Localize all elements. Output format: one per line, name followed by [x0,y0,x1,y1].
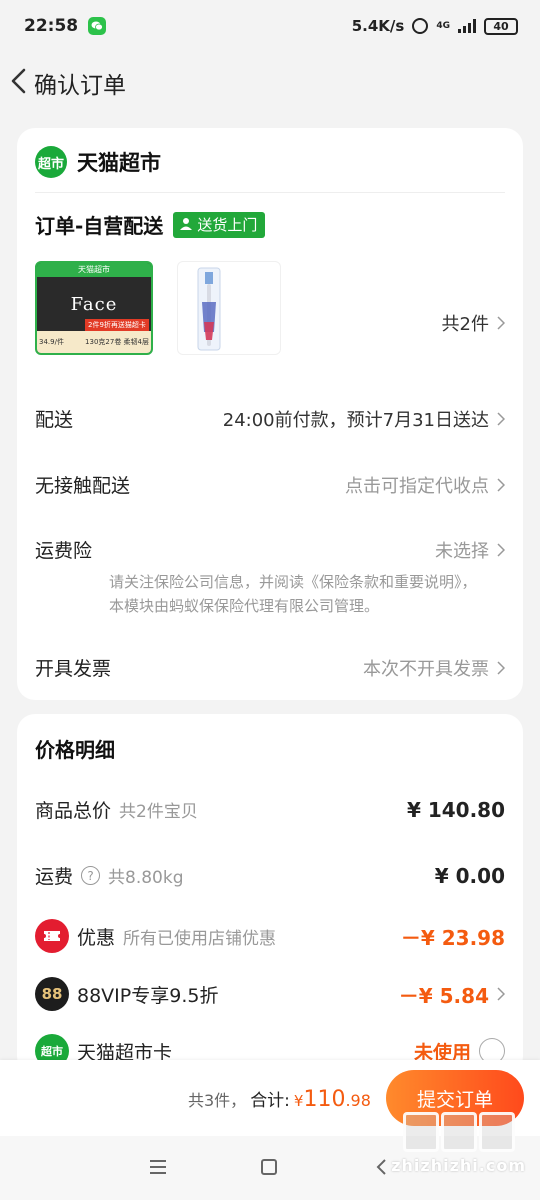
goods-total-row: 商品总价 共2件宝贝 ¥ 140.80 [35,796,505,823]
clock: 22:58 [24,16,79,36]
total-amount: ¥110.98 [294,1087,371,1112]
product-brand-bar: 天猫超市 [37,263,151,277]
item-count-link[interactable]: 共2件 [442,310,505,336]
status-right: 5.4K/s 4G 40 [352,17,518,35]
store-header[interactable]: 超市 天猫超市 [35,146,161,178]
product-spec: 130克27卷 柔韧4层 [85,338,149,346]
wechat-notification-icon [88,17,107,35]
goods-total-sub: 共2件宝贝 [119,802,198,822]
delivery-title: 订单-自营配送 [35,214,164,238]
chevron-right-icon [497,660,505,675]
battery-icon: 40 [484,17,518,35]
store-name: 天猫超市 [77,151,161,175]
watermark-logo [391,1112,526,1152]
insurance-note: 请关注保险公司信息，并阅读《保险条款和重要说明》，本模块由蚂蚁保保险代理有限公司… [109,573,477,615]
insurance-label: 运费险 [35,540,93,562]
network-type: 4G [436,20,450,31]
chevron-right-icon [497,316,505,330]
shipping-value: 24:00前付款，预计7月31日送达 [223,406,505,432]
invoice-status: 本次不开具发票 [363,658,489,680]
total-label: 合计: [250,1091,290,1111]
total-decimal: .98 [345,1091,371,1110]
price-detail-title: 价格明细 [35,738,115,762]
product-thumbnail-tissue[interactable]: 天猫超市 Face 2件9折再送猫超卡 34.9/件 130克27卷 柔韧4层 [35,261,153,355]
watermark: zhizhizhi.com [391,1112,526,1175]
coupon-icon [35,919,69,953]
vip-label: 88VIP专享9.5折 [77,984,219,1007]
divider [35,192,505,193]
product-promo: 2件9折再送猫超卡 [85,319,149,331]
discount-label: 优惠 [77,926,116,949]
signal-icon [458,19,476,33]
question-icon[interactable]: ? [81,866,101,885]
chevron-right-icon [497,411,505,426]
status-bar: 22:58 5.4K/s 4G 40 [0,0,540,52]
menu-icon[interactable] [148,1158,172,1178]
home-icon[interactable] [260,1158,284,1178]
order-total: 共3件， 合计: ¥110.98 [188,1086,371,1112]
vip-88-icon: 88 [35,977,69,1011]
discount-row[interactable]: 优惠 所有已使用店铺优惠 －¥ 23.98 [35,919,505,953]
back-arrow-icon[interactable] [8,67,32,95]
chevron-right-icon [497,987,505,1001]
goods-total-amount: ¥ 140.80 [406,797,505,822]
contactless-value: 点击可指定代收点 [345,472,505,498]
door-delivery-label: 送货上门 [197,215,258,234]
nav-bar: 确认订单 [0,52,540,110]
total-item-count: 共3件， [188,1091,247,1110]
net-speed: 5.4K/s [351,17,405,35]
vip-discount-row[interactable]: 88 88VIP专享9.5折 －¥ 5.84 [35,977,505,1011]
alarm-icon [412,18,429,34]
invoice-label: 开具发票 [35,658,112,680]
product-logo: Face [70,293,118,315]
freight-label: 运费 [35,866,74,888]
goods-total-label: 商品总价 [35,800,112,822]
shipping-label: 配送 [35,409,74,431]
discount-sub: 所有已使用店铺优惠 [123,928,277,949]
chevron-right-icon [497,542,505,557]
shipping-eta: 24:00前付款，预计7月31日送达 [222,409,489,431]
insurance-value: 未选择 [435,537,505,563]
person-icon [180,218,193,230]
product-thumbnail-toothbrush[interactable] [177,261,281,355]
page-title: 确认订单 [34,73,126,99]
toothbrush-image [197,267,221,351]
freight-row: 运费 ? 共8.80kg ¥ 0.00 [35,862,505,889]
door-delivery-badge: 送货上门 [173,211,266,238]
contactless-label: 无接触配送 [35,475,131,497]
order-card: 超市 天猫超市 订单-自营配送 送货上门 天猫超市 Face 2件9折再送猫超卡… [17,128,523,700]
product-price-tag: 34.9/件 [39,338,64,346]
discount-amount: －¥ 23.98 [400,925,505,950]
price-detail-card: 价格明细 商品总价 共2件宝贝 ¥ 140.80 运费 ? 共8.80kg ¥ … [17,714,523,1074]
contactless-hint: 点击可指定代收点 [345,475,489,497]
freight-weight: 共8.80kg [108,868,184,888]
watermark-text: zhizhizhi.com [391,1156,526,1175]
shipping-row[interactable]: 配送 24:00前付款，预计7月31日送达 [35,405,505,432]
battery-level: 40 [493,19,509,33]
contactless-row[interactable]: 无接触配送 点击可指定代收点 [35,471,505,498]
tmall-supermarket-logo: 超市 [35,146,67,178]
vip-amount: －¥ 5.84 [398,983,489,1008]
total-integer: 110 [303,1087,346,1112]
chevron-right-icon [497,477,505,492]
invoice-row[interactable]: 开具发票 本次不开具发票 [35,654,505,681]
freight-amount: ¥ 0.00 [434,863,505,888]
status-left: 22:58 [24,16,107,36]
delivery-header: 订单-自营配送 送货上门 [35,210,266,239]
insurance-row[interactable]: 运费险 未选择 [35,536,505,563]
item-count-label: 共2件 [441,314,489,335]
product-info-strip: 34.9/件 130克27卷 柔韧4层 [37,331,151,353]
insurance-status: 未选择 [435,540,489,562]
invoice-value: 本次不开具发票 [363,655,505,681]
